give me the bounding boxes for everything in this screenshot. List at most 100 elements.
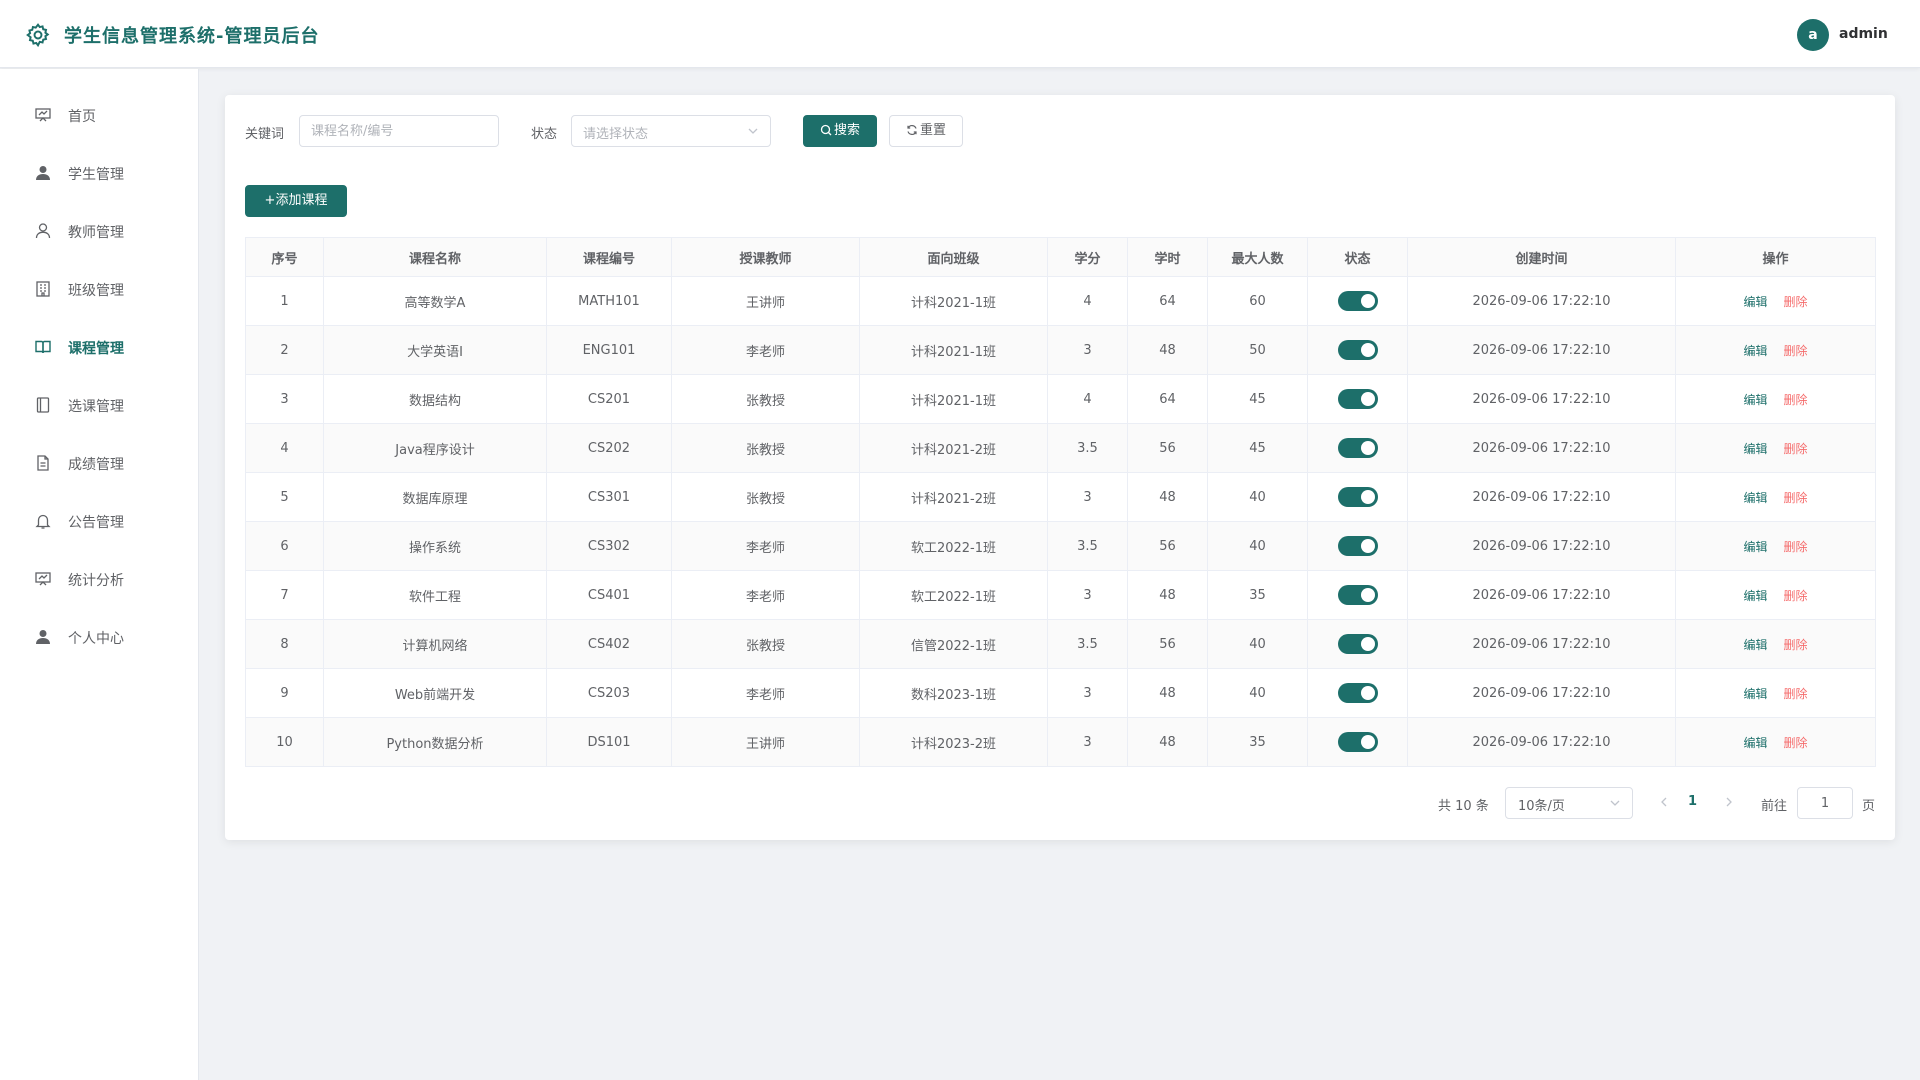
delete-link[interactable]: 删除 [1784,393,1808,407]
toggle-knob [1360,588,1375,602]
edit-link[interactable]: 编辑 [1743,344,1767,358]
delete-link[interactable]: 删除 [1784,736,1808,750]
keyword-input[interactable] [300,116,498,146]
sidebar-item-label: 成绩管理 [68,457,124,473]
cell-code: CS401 [546,570,672,620]
cell-status [1307,325,1408,375]
edit-link[interactable]: 编辑 [1743,442,1767,456]
delete-link[interactable]: 删除 [1784,687,1808,701]
cell-no: 3 [245,374,324,424]
user-outline-icon [35,223,51,239]
toggle-knob [1360,392,1375,406]
cell-actions: 编辑 删除 [1675,374,1876,424]
edit-link[interactable]: 编辑 [1743,540,1767,554]
edit-link[interactable]: 编辑 [1743,491,1767,505]
status-toggle[interactable] [1337,683,1378,703]
sidebar-item-home[interactable]: 首页 [0,91,199,141]
delete-link[interactable]: 删除 [1784,638,1808,652]
cell-max: 40 [1207,521,1308,571]
sidebar-item-statistics[interactable]: 统计分析 [0,555,199,605]
cell-status [1307,521,1408,571]
prev-page-icon[interactable] [1657,795,1671,809]
cell-no: 10 [245,717,324,767]
edit-link[interactable]: 编辑 [1743,393,1767,407]
sidebar-item-courses[interactable]: 课程管理 [0,323,199,373]
sidebar-item-notices[interactable]: 公告管理 [0,497,199,547]
delete-link[interactable]: 删除 [1784,589,1808,603]
page-size-select[interactable]: 10条/页 [1505,787,1633,819]
search-button[interactable]: 搜索 [803,115,877,147]
cell-actions: 编辑 删除 [1675,619,1876,669]
cell-name: 操作系统 [323,521,547,571]
cell-name: 大学英语I [323,325,547,375]
sidebar-item-teachers[interactable]: 教师管理 [0,207,199,257]
column-header: 课程名称 [323,237,547,277]
cell-teacher: 张教授 [671,619,860,669]
toggle-knob [1360,343,1375,357]
status-toggle[interactable] [1337,487,1378,507]
table-row: 3 数据结构 CS201 张教授 计科2021-1班 4 64 45 2026-09-06 17… [245,374,1876,424]
goto-page-input[interactable] [1798,788,1852,818]
delete-link[interactable]: 删除 [1784,442,1808,456]
sidebar-item-enrollment[interactable]: 选课管理 [0,381,199,431]
cell-status [1307,276,1408,326]
search-button-label: 搜索 [833,123,860,138]
delete-link[interactable]: 删除 [1784,491,1808,505]
status-toggle[interactable] [1337,291,1378,311]
cell-hours: 56 [1127,619,1208,669]
status-toggle[interactable] [1337,340,1378,360]
reset-button[interactable]: 重置 [889,115,963,147]
cell-status [1307,668,1408,718]
toggle-knob [1360,294,1375,308]
cell-teacher: 张教授 [671,472,860,522]
next-page-icon[interactable] [1722,795,1736,809]
cell-max: 35 [1207,570,1308,620]
status-toggle[interactable] [1337,634,1378,654]
toggle-knob [1360,637,1375,651]
sidebar-item-label: 班级管理 [68,283,124,299]
status-toggle[interactable] [1337,536,1378,556]
edit-link[interactable]: 编辑 [1743,295,1767,309]
cell-actions: 编辑 删除 [1675,570,1876,620]
user-filled-icon [36,630,50,644]
username[interactable]: admin [1839,26,1888,42]
status-toggle[interactable] [1337,585,1378,605]
cell-teacher: 李老师 [671,668,860,718]
delete-link[interactable]: 删除 [1784,540,1808,554]
cell-credit: 3.5 [1047,521,1128,571]
edit-link[interactable]: 编辑 [1743,638,1767,652]
sidebar-item-students[interactable]: 学生管理 [0,149,199,199]
cell-created: 2026-09-06 17:22:10 [1407,276,1676,326]
table-header-row: 序号 课程名称 课程编号 授课教师 面向班级 学分 学时 最大人数 状态 创建时… [245,237,1876,277]
toggle-knob [1360,686,1375,700]
table-row: 8 计算机网络 CS402 张教授 信管2022-1班 3.5 56 40 2026-09-06… [245,619,1876,669]
status-toggle[interactable] [1337,438,1378,458]
sidebar-item-profile[interactable]: 个人中心 [0,613,199,663]
chevron-down-icon [1610,800,1620,806]
status-toggle[interactable] [1337,732,1378,752]
cell-status [1307,374,1408,424]
chart-icon [35,572,51,586]
cell-status [1307,423,1408,473]
sidebar-item-classes[interactable]: 班级管理 [0,265,199,315]
cell-class: 计科2021-1班 [859,374,1048,424]
home-icon [35,108,51,122]
column-header: 创建时间 [1407,237,1676,277]
cell-actions: 编辑 删除 [1675,668,1876,718]
cell-actions: 编辑 删除 [1675,325,1876,375]
delete-link[interactable]: 删除 [1784,295,1808,309]
status-select[interactable]: 请选择状态 [571,115,771,147]
edit-link[interactable]: 编辑 [1743,589,1767,603]
status-toggle[interactable] [1337,389,1378,409]
cell-teacher: 李老师 [671,521,860,571]
building-icon [36,281,50,297]
cell-class: 数科2023-1班 [859,668,1048,718]
add-course-button[interactable]: +添加课程 [245,185,347,217]
delete-link[interactable]: 删除 [1784,344,1808,358]
edit-link[interactable]: 编辑 [1743,687,1767,701]
edit-link[interactable]: 编辑 [1743,736,1767,750]
current-page-number[interactable]: 1 [1688,794,1697,809]
avatar[interactable]: a [1797,19,1829,51]
sidebar-item-grades[interactable]: 成绩管理 [0,439,199,489]
cell-created: 2026-09-06 17:22:10 [1407,472,1676,522]
